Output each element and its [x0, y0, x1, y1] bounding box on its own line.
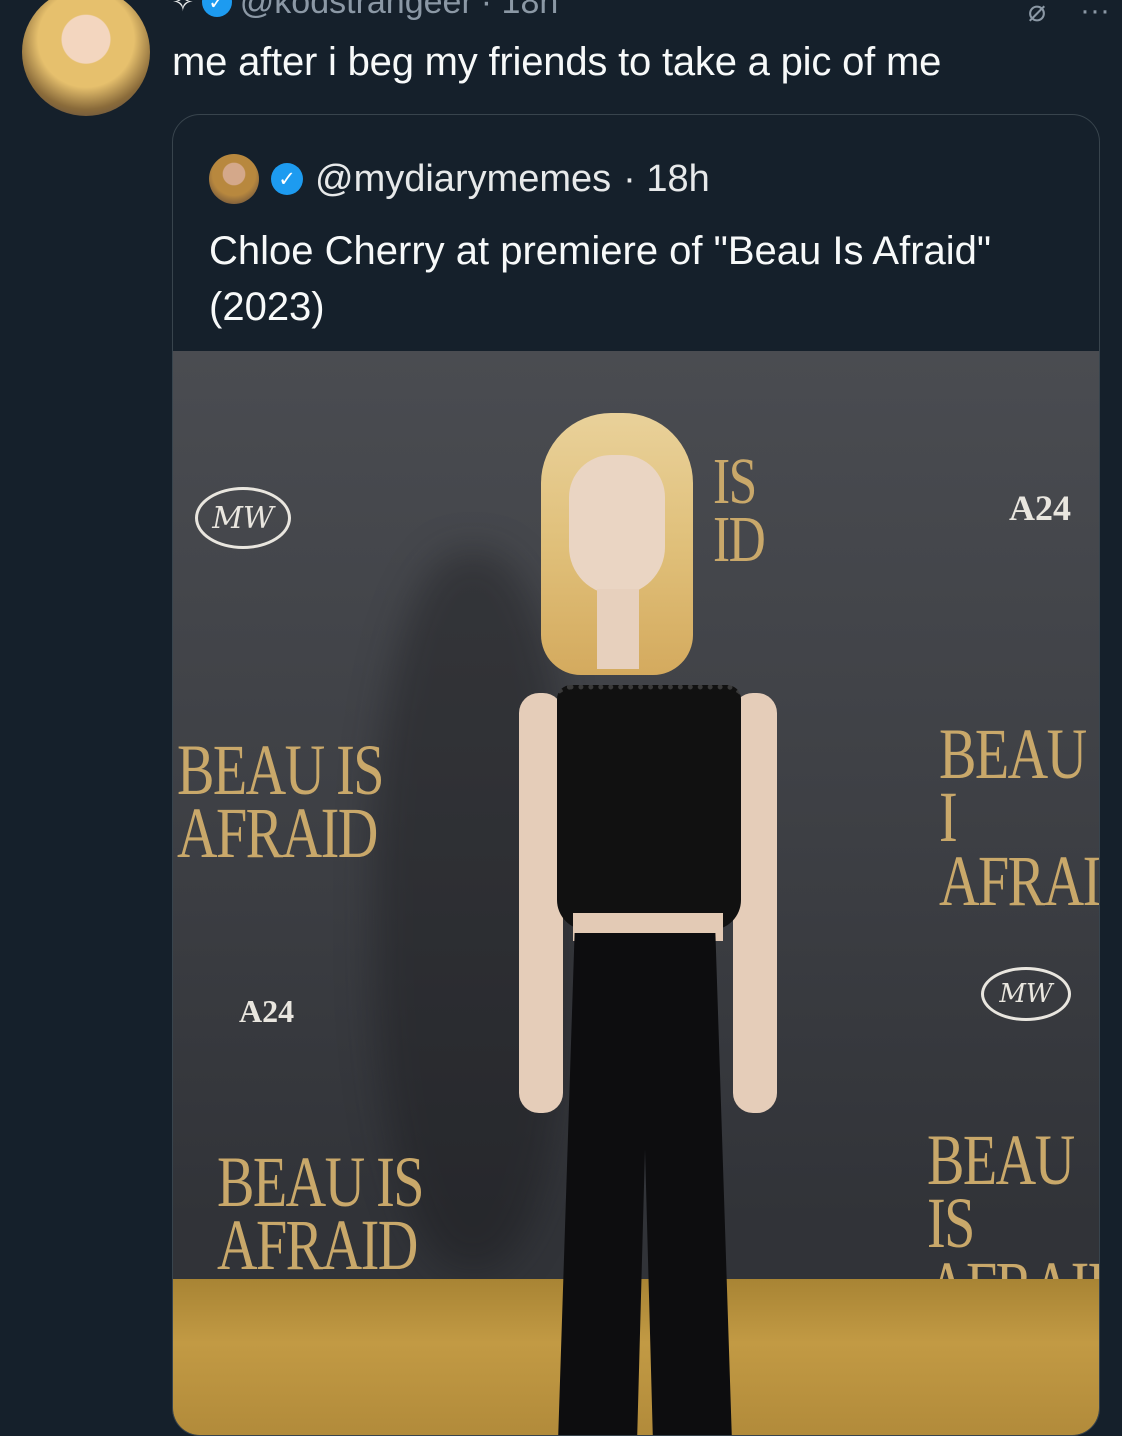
tweet-time[interactable]: · 18h: [481, 0, 559, 22]
black-lace-top: [557, 685, 741, 930]
quoted-handle[interactable]: @mydiarymemes: [315, 158, 611, 201]
black-flare-pants: [557, 933, 733, 1435]
backdrop-title-bottom-left-line-2: AFRAID: [217, 1205, 418, 1286]
quoted-tweet-text: Chloe Cherry at premiere of "Beau Is Afr…: [209, 223, 1069, 335]
person-figure: [513, 413, 783, 1435]
quoted-user-avatar[interactable]: [209, 154, 259, 204]
quoted-text-line-1: Chloe Cherry at premiere of "Beau Is Afr…: [209, 229, 992, 273]
backdrop-title-right-line-1: BEAU I: [939, 714, 1087, 858]
quoted-time[interactable]: · 18h: [623, 158, 710, 201]
tweet-handle[interactable]: @kodstrangeer: [240, 0, 473, 22]
sparkle-icon: ✧: [172, 0, 194, 17]
tweet-photo[interactable]: MW A24 BEAU IS AFRAID BEAU I AFRAI IS ID…: [173, 351, 1099, 1435]
mw-logo-right-text: MW: [999, 979, 1053, 1009]
quoted-tweet-header: ✓ @mydiarymemes · 18h: [209, 153, 710, 205]
verified-badge-icon: ✓: [271, 163, 303, 195]
grok-icon[interactable]: ⌀: [1028, 0, 1046, 29]
backdrop-title: BEAU IS AFRAID: [177, 734, 384, 874]
mw-logo-right: MW: [981, 967, 1071, 1021]
backdrop-title-right: BEAU I AFRAI: [939, 714, 1099, 921]
backdrop-title-bottom-left: BEAU IS AFRAID: [217, 1146, 424, 1286]
verified-badge-icon: ✓: [201, 0, 232, 17]
neck: [597, 589, 639, 669]
face: [569, 455, 665, 595]
tweet-text: me after i beg my friends to take a pic …: [172, 40, 942, 84]
tweet-header: ✧ ✓ @kodstrangeer · 18h: [172, 0, 558, 26]
more-options-icon[interactable]: ···: [1080, 0, 1110, 29]
mw-logo-text: MW: [212, 500, 274, 536]
quoted-text-line-2: (2023): [209, 285, 325, 329]
quoted-tweet-card[interactable]: ✓ @mydiarymemes · 18h Chloe Cherry at pr…: [172, 114, 1100, 1436]
tweet-actions-top: ⌀ ···: [1028, 0, 1110, 29]
backdrop-title-line-2: AFRAID: [177, 793, 378, 874]
user-avatar[interactable]: [22, 0, 150, 116]
mw-logo: MW: [195, 487, 291, 549]
a24-logo: A24: [1009, 488, 1071, 528]
backdrop-title-right-line-2: AFRAI: [939, 840, 1099, 921]
a24-logo-small: A24: [239, 993, 295, 1029]
backdrop-title-bottom-right-line-1: BEAU IS: [927, 1120, 1075, 1264]
